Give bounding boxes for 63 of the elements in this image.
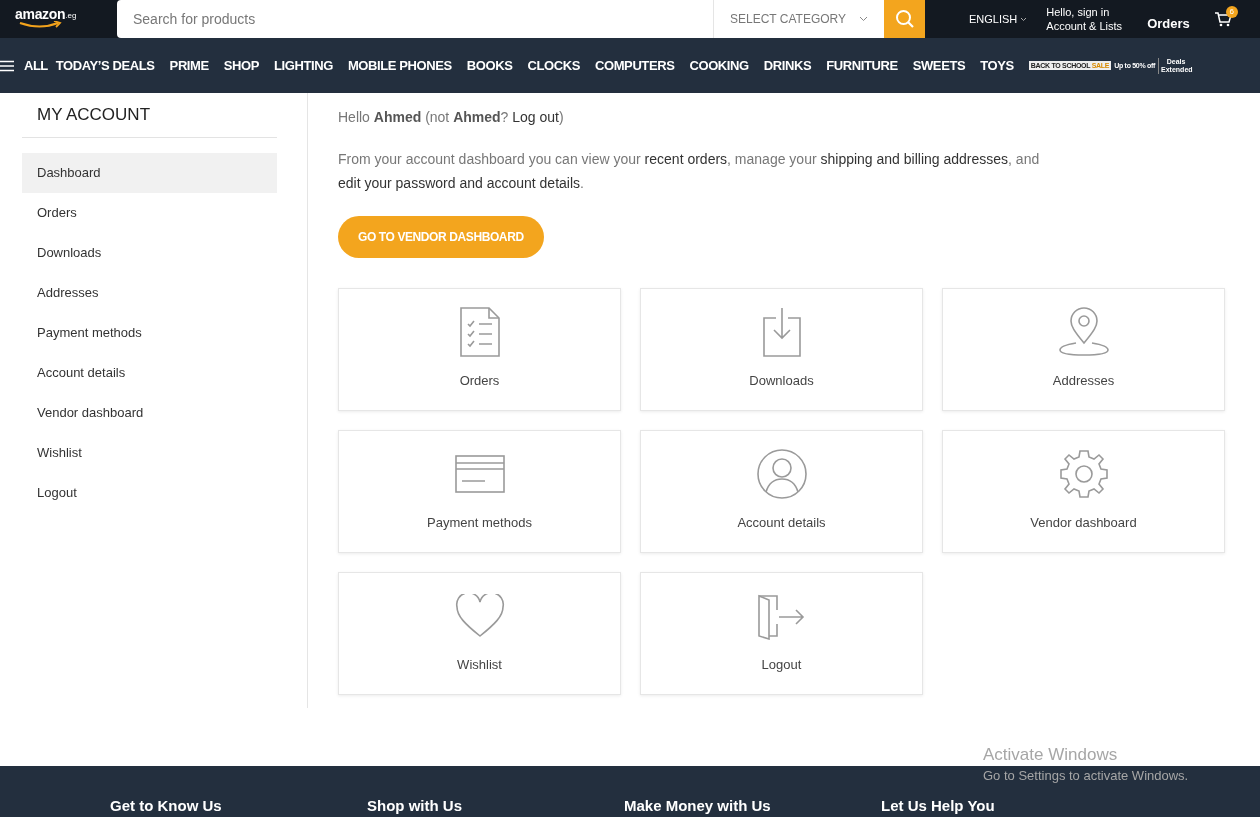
cart-button[interactable]	[1213, 11, 1232, 27]
activation-title: Activate Windows	[983, 745, 1119, 765]
search-field[interactable]: Search for products	[117, 0, 713, 38]
door-arrow-icon	[756, 592, 807, 640]
nav-link[interactable]: SHOP	[223, 58, 260, 73]
heart-icon	[454, 594, 505, 638]
location-pin-icon	[1057, 307, 1110, 357]
nav-link[interactable]: BOOKS	[466, 58, 513, 73]
nav-link[interactable]: SWEETS	[912, 58, 966, 73]
nav-link[interactable]: COOKING	[689, 58, 749, 73]
footer-heading: Shop with Us	[367, 797, 463, 816]
search-icon	[894, 9, 915, 29]
cart-count-badge: 6	[1225, 6, 1238, 18]
dashboard-tile[interactable]: Orders	[338, 288, 621, 411]
chevron-down-icon	[859, 16, 868, 22]
nav-link[interactable]: CLOCKS	[527, 58, 580, 73]
sidebar-item[interactable]: Orders	[22, 193, 277, 233]
nav-link[interactable]: TODAY’S DEALS	[55, 58, 155, 73]
sidebar-item[interactable]: Logout	[22, 473, 277, 513]
nav-link[interactable]: MOBILE PHONES	[347, 58, 452, 73]
dashboard-tile[interactable]: Vendor dashboard	[942, 430, 1225, 553]
intro-paragraph: From your account dashboard you can view your recent orders, manage your shipping and billing addresses, and edit your password and account details.	[338, 150, 1041, 193]
nav-link[interactable]: LIGHTING	[274, 58, 333, 73]
sidebar-item[interactable]: Dashboard	[22, 153, 277, 193]
chevron-down-icon	[1020, 16, 1028, 22]
footer-heading: Get to Know Us	[110, 797, 223, 816]
sidebar-item[interactable]: Vendor dashboard	[22, 393, 277, 433]
all-menu-link[interactable]: ALL	[24, 58, 48, 73]
cart-icon	[1213, 11, 1232, 27]
section-title: MY ACCOUNT	[22, 93, 277, 138]
gear-icon	[1058, 449, 1109, 499]
language-selector[interactable]: ENGLISH	[969, 13, 1028, 25]
category-dropdown[interactable]: SELECT CATEGORY	[713, 0, 884, 38]
dashboard-tile[interactable]: Wishlist	[338, 572, 621, 695]
sidebar-item[interactable]: Addresses	[22, 273, 277, 313]
account-menu[interactable]: Hello, sign in Account & Lists	[1046, 5, 1123, 33]
download-tray-icon	[761, 306, 802, 358]
smile-arrow-icon	[18, 21, 62, 29]
sidebar-item[interactable]: Account details	[22, 353, 277, 393]
footer-heading: Make Money with Us	[624, 797, 772, 816]
dashboard-tile[interactable]: Account details	[640, 430, 923, 553]
dashboard-tile[interactable]: Logout	[640, 572, 923, 695]
greeting-text: Hello Ahmed (not Ahmed? Log out)	[338, 108, 565, 127]
dashboard-tile[interactable]: Addresses	[942, 288, 1225, 411]
document-checklist-icon	[458, 306, 501, 358]
activation-text: Go to Settings to activate Windows.	[983, 768, 1189, 783]
nav-link[interactable]: PRIME	[169, 58, 209, 73]
nav-link[interactable]: DRINKS	[763, 58, 812, 73]
sidebar-item[interactable]: Downloads	[22, 233, 277, 273]
orders-link[interactable]: Orders	[1147, 15, 1190, 31]
credit-card-icon	[454, 455, 505, 493]
sidebar-item[interactable]: Wishlist	[22, 433, 277, 473]
amazon-logo[interactable]: amazon.eg	[0, 0, 104, 38]
dashboard-tile[interactable]: Downloads	[640, 288, 923, 411]
user-circle-icon	[755, 448, 808, 500]
footer-heading: Let Us Help You	[881, 797, 996, 816]
dashboard-tile[interactable]: Payment methods	[338, 430, 621, 553]
sidebar-item[interactable]: Payment methods	[22, 313, 277, 353]
nav-link[interactable]: FURNITURE	[826, 58, 898, 73]
text-link[interactable]: Log out	[512, 109, 559, 125]
menu-icon	[0, 59, 14, 72]
nav-link[interactable]: COMPUTERS	[595, 58, 675, 73]
nav-link[interactable]: TOYS	[980, 58, 1014, 73]
